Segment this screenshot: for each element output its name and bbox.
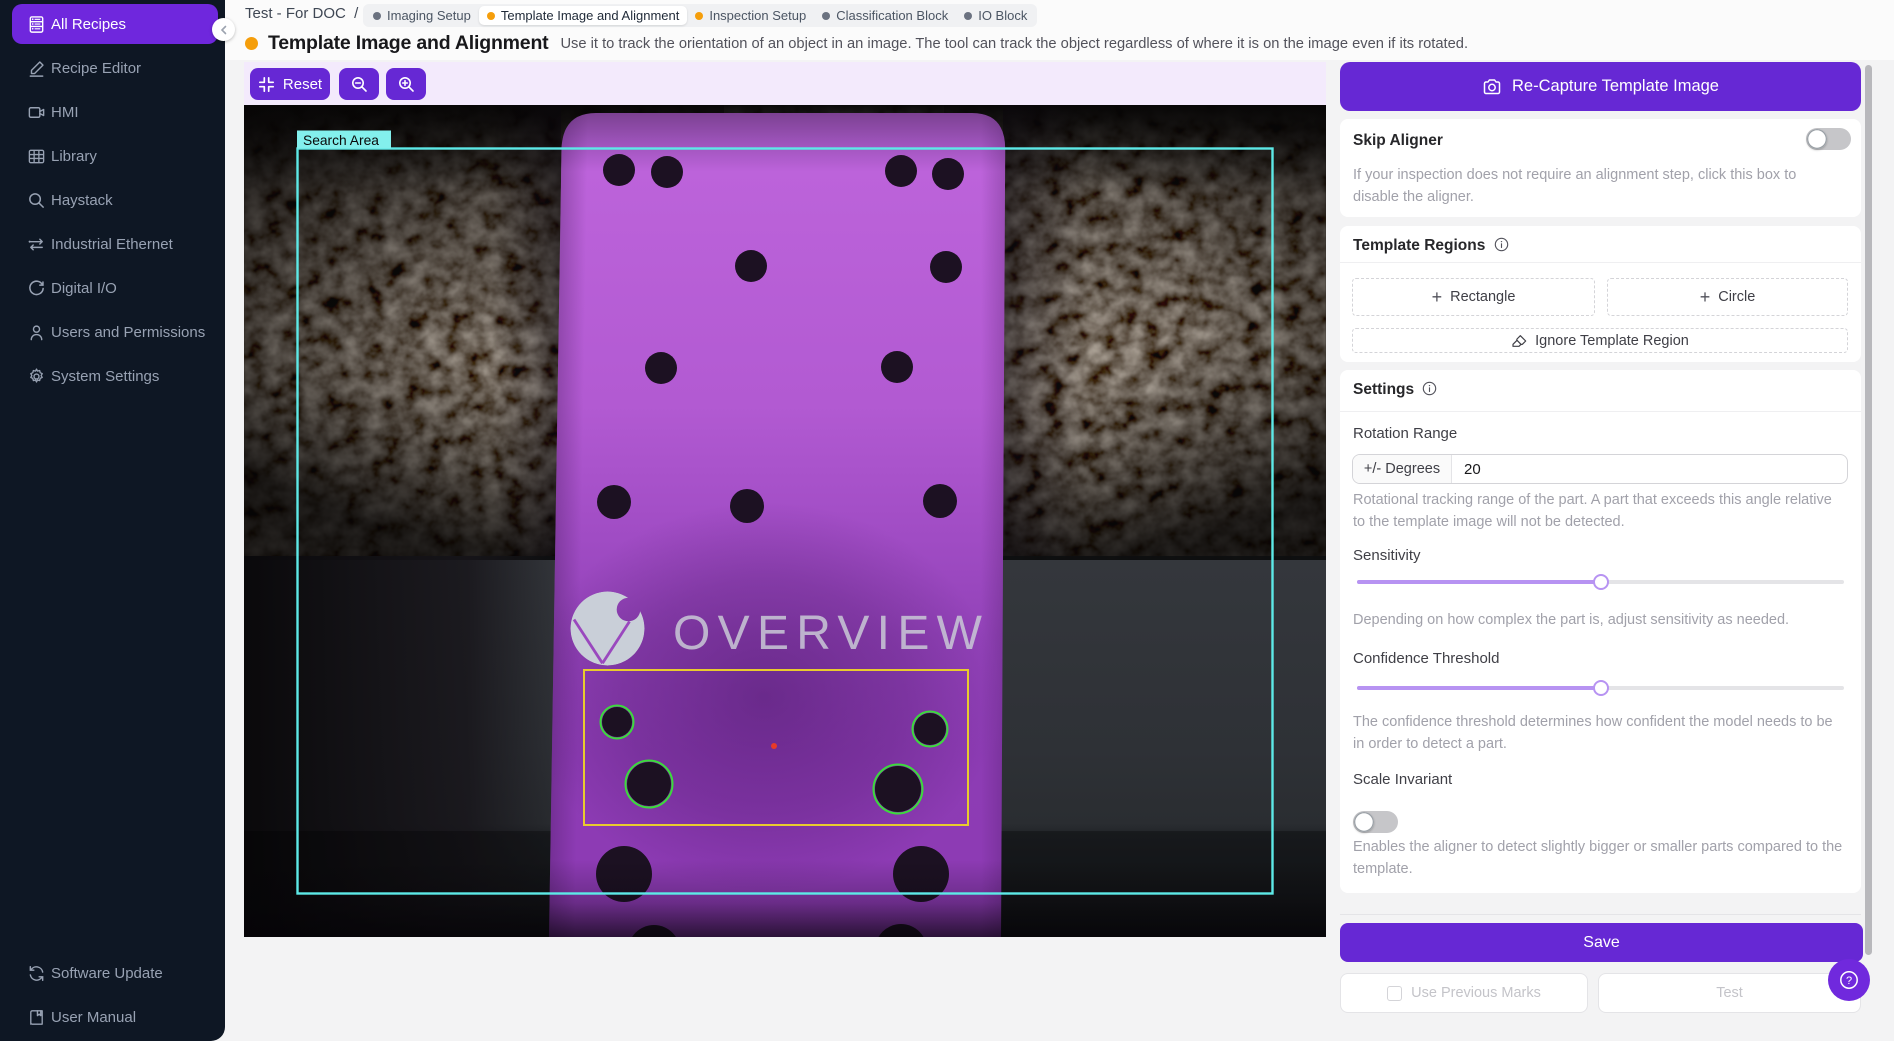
- svg-text:?: ?: [1846, 975, 1852, 987]
- svg-text:Search Area: Search Area: [303, 133, 379, 148]
- svg-text:OVERVIEW: OVERVIEW: [673, 607, 989, 660]
